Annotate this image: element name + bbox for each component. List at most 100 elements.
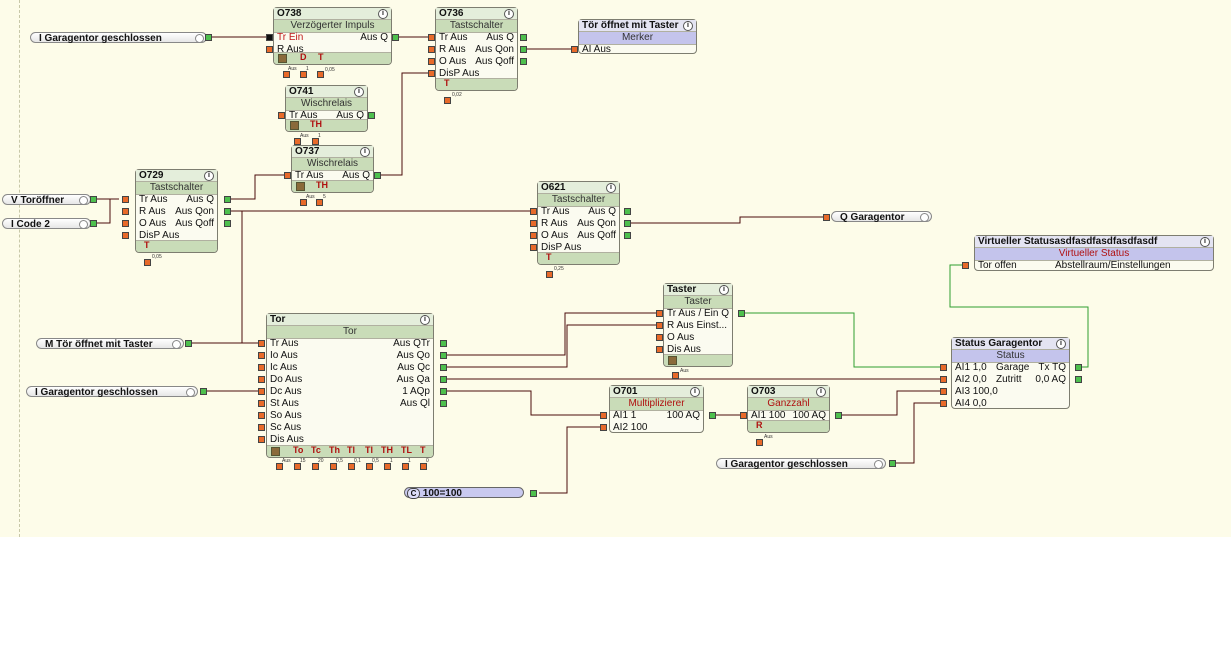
input-pin[interactable]	[122, 232, 129, 239]
param-pin[interactable]	[756, 439, 763, 446]
output-pin[interactable]	[374, 172, 381, 179]
info-icon[interactable]: i	[1056, 339, 1066, 349]
input-toroeffner[interactable]: V Toröffner	[2, 194, 91, 206]
info-icon[interactable]: i	[719, 285, 729, 295]
input-pin[interactable]	[122, 196, 129, 203]
input-pin[interactable]	[258, 376, 265, 383]
info-icon[interactable]: i	[690, 387, 700, 397]
output-pin[interactable]	[440, 340, 447, 347]
input-pin[interactable]	[278, 112, 285, 119]
block-virtual-status[interactable]: Virtueller Statusasdfasdfasdfasdfasdf i …	[974, 235, 1214, 271]
param-pin[interactable]	[348, 463, 355, 470]
block-o701[interactable]: O701 i Multiplizierer AI1 1 AI2 100 100 …	[609, 385, 704, 433]
block-status-garagentor[interactable]: Status Garagentor i Status AI1 1,0 Garag…	[951, 337, 1070, 409]
block-tor[interactable]: Tor i Tor Tr Aus Io Aus Ic Aus Do Aus Dc…	[266, 313, 434, 458]
input-pin[interactable]	[122, 208, 129, 215]
input-pin[interactable]	[258, 352, 265, 359]
input-pin[interactable]	[428, 46, 435, 53]
input-pin-active[interactable]	[266, 34, 273, 41]
info-icon[interactable]: i	[816, 387, 826, 397]
param-pin[interactable]	[330, 463, 337, 470]
input-pin[interactable]	[656, 346, 663, 353]
param-pin[interactable]	[144, 259, 151, 266]
param-pin[interactable]	[546, 271, 553, 278]
input-pin[interactable]	[284, 172, 291, 179]
input-pin[interactable]	[940, 376, 947, 383]
block-o738[interactable]: O738 i Verzögerter Impuls Tr Ein R Aus A…	[273, 7, 392, 65]
input-garagentor-geschlossen[interactable]: I Garagentor geschlossen	[30, 32, 207, 44]
input-pin[interactable]	[258, 424, 265, 431]
output-pin[interactable]	[392, 34, 399, 41]
input-pin[interactable]	[823, 214, 830, 221]
output-q-garagentor[interactable]: Q Garagentor	[831, 211, 932, 223]
output-pin[interactable]	[368, 112, 375, 119]
input-pin[interactable]	[600, 412, 607, 419]
input-pin[interactable]	[258, 388, 265, 395]
output-pin[interactable]	[738, 310, 745, 317]
output-pin[interactable]	[224, 208, 231, 215]
input-pin[interactable]	[258, 436, 265, 443]
param-pin[interactable]	[294, 463, 301, 470]
param-pin[interactable]	[444, 97, 451, 104]
input-pin[interactable]	[258, 400, 265, 407]
input-pin[interactable]	[940, 364, 947, 371]
input-toer-oeffnet-mit-taster[interactable]: M Tör öffnet mit Taster	[36, 338, 184, 350]
input-pin[interactable]	[940, 400, 947, 407]
output-pin[interactable]	[440, 400, 447, 407]
info-icon[interactable]: i	[504, 9, 514, 19]
param-pin[interactable]	[317, 71, 324, 78]
output-pin[interactable]	[520, 58, 527, 65]
input-pin[interactable]	[656, 310, 663, 317]
output-pin[interactable]	[205, 34, 212, 41]
info-icon[interactable]: i	[204, 171, 214, 181]
param-pin[interactable]	[420, 463, 427, 470]
logic-canvas[interactable]: I Garagentor geschlossen V Toröffner I C…	[0, 0, 1231, 537]
input-pin[interactable]	[428, 70, 435, 77]
param-pin[interactable]	[402, 463, 409, 470]
block-o741[interactable]: O741 i Wischrelais Tr Aus Aus Q TH	[285, 85, 368, 132]
param-pin[interactable]	[283, 71, 290, 78]
output-pin[interactable]	[1075, 364, 1082, 371]
input-pin[interactable]	[428, 58, 435, 65]
output-pin[interactable]	[624, 208, 631, 215]
block-taster[interactable]: Taster i Taster Tr Aus / Ein Q R Aus Ein…	[663, 283, 733, 367]
info-icon[interactable]: i	[378, 9, 388, 19]
param-pin[interactable]	[312, 138, 319, 145]
output-pin[interactable]	[440, 388, 447, 395]
input-pin[interactable]	[530, 232, 537, 239]
param-pin[interactable]	[294, 138, 301, 145]
output-pin[interactable]	[440, 352, 447, 359]
info-icon[interactable]: i	[420, 315, 430, 325]
input-pin[interactable]	[740, 412, 747, 419]
input-pin[interactable]	[122, 220, 129, 227]
input-pin[interactable]	[266, 46, 273, 53]
output-pin[interactable]	[440, 364, 447, 371]
input-pin[interactable]	[600, 424, 607, 431]
output-pin[interactable]	[224, 220, 231, 227]
output-pin[interactable]	[90, 196, 97, 203]
output-pin[interactable]	[440, 376, 447, 383]
param-pin[interactable]	[366, 463, 373, 470]
info-icon[interactable]: i	[1200, 237, 1210, 247]
block-o736[interactable]: O736 i Tastschalter Tr Aus R Aus O Aus D…	[435, 7, 518, 91]
input-pin[interactable]	[656, 322, 663, 329]
input-pin[interactable]	[258, 340, 265, 347]
input-garagentor-geschlossen-3[interactable]: I Garagentor geschlossen	[716, 458, 886, 470]
output-pin[interactable]	[185, 340, 192, 347]
output-pin[interactable]	[835, 412, 842, 419]
output-pin[interactable]	[530, 490, 537, 497]
output-pin[interactable]	[889, 460, 896, 467]
param-pin[interactable]	[672, 372, 679, 379]
block-o729[interactable]: O729 i Tastschalter Tr Aus R Aus O Aus D…	[135, 169, 218, 253]
input-pin[interactable]	[571, 46, 578, 53]
input-pin[interactable]	[258, 412, 265, 419]
param-pin[interactable]	[300, 199, 307, 206]
input-pin[interactable]	[258, 364, 265, 371]
block-merker[interactable]: Tör öffnet mit Taster i Merker AI Aus	[578, 19, 697, 55]
input-pin[interactable]	[530, 244, 537, 251]
constant-input[interactable]: C 100=100	[404, 487, 524, 499]
input-code-2[interactable]: I Code 2	[2, 218, 91, 230]
block-o737[interactable]: O737 i Wischrelais Tr Aus Aus Q TH	[291, 145, 374, 193]
input-pin[interactable]	[428, 34, 435, 41]
input-pin[interactable]	[656, 334, 663, 341]
